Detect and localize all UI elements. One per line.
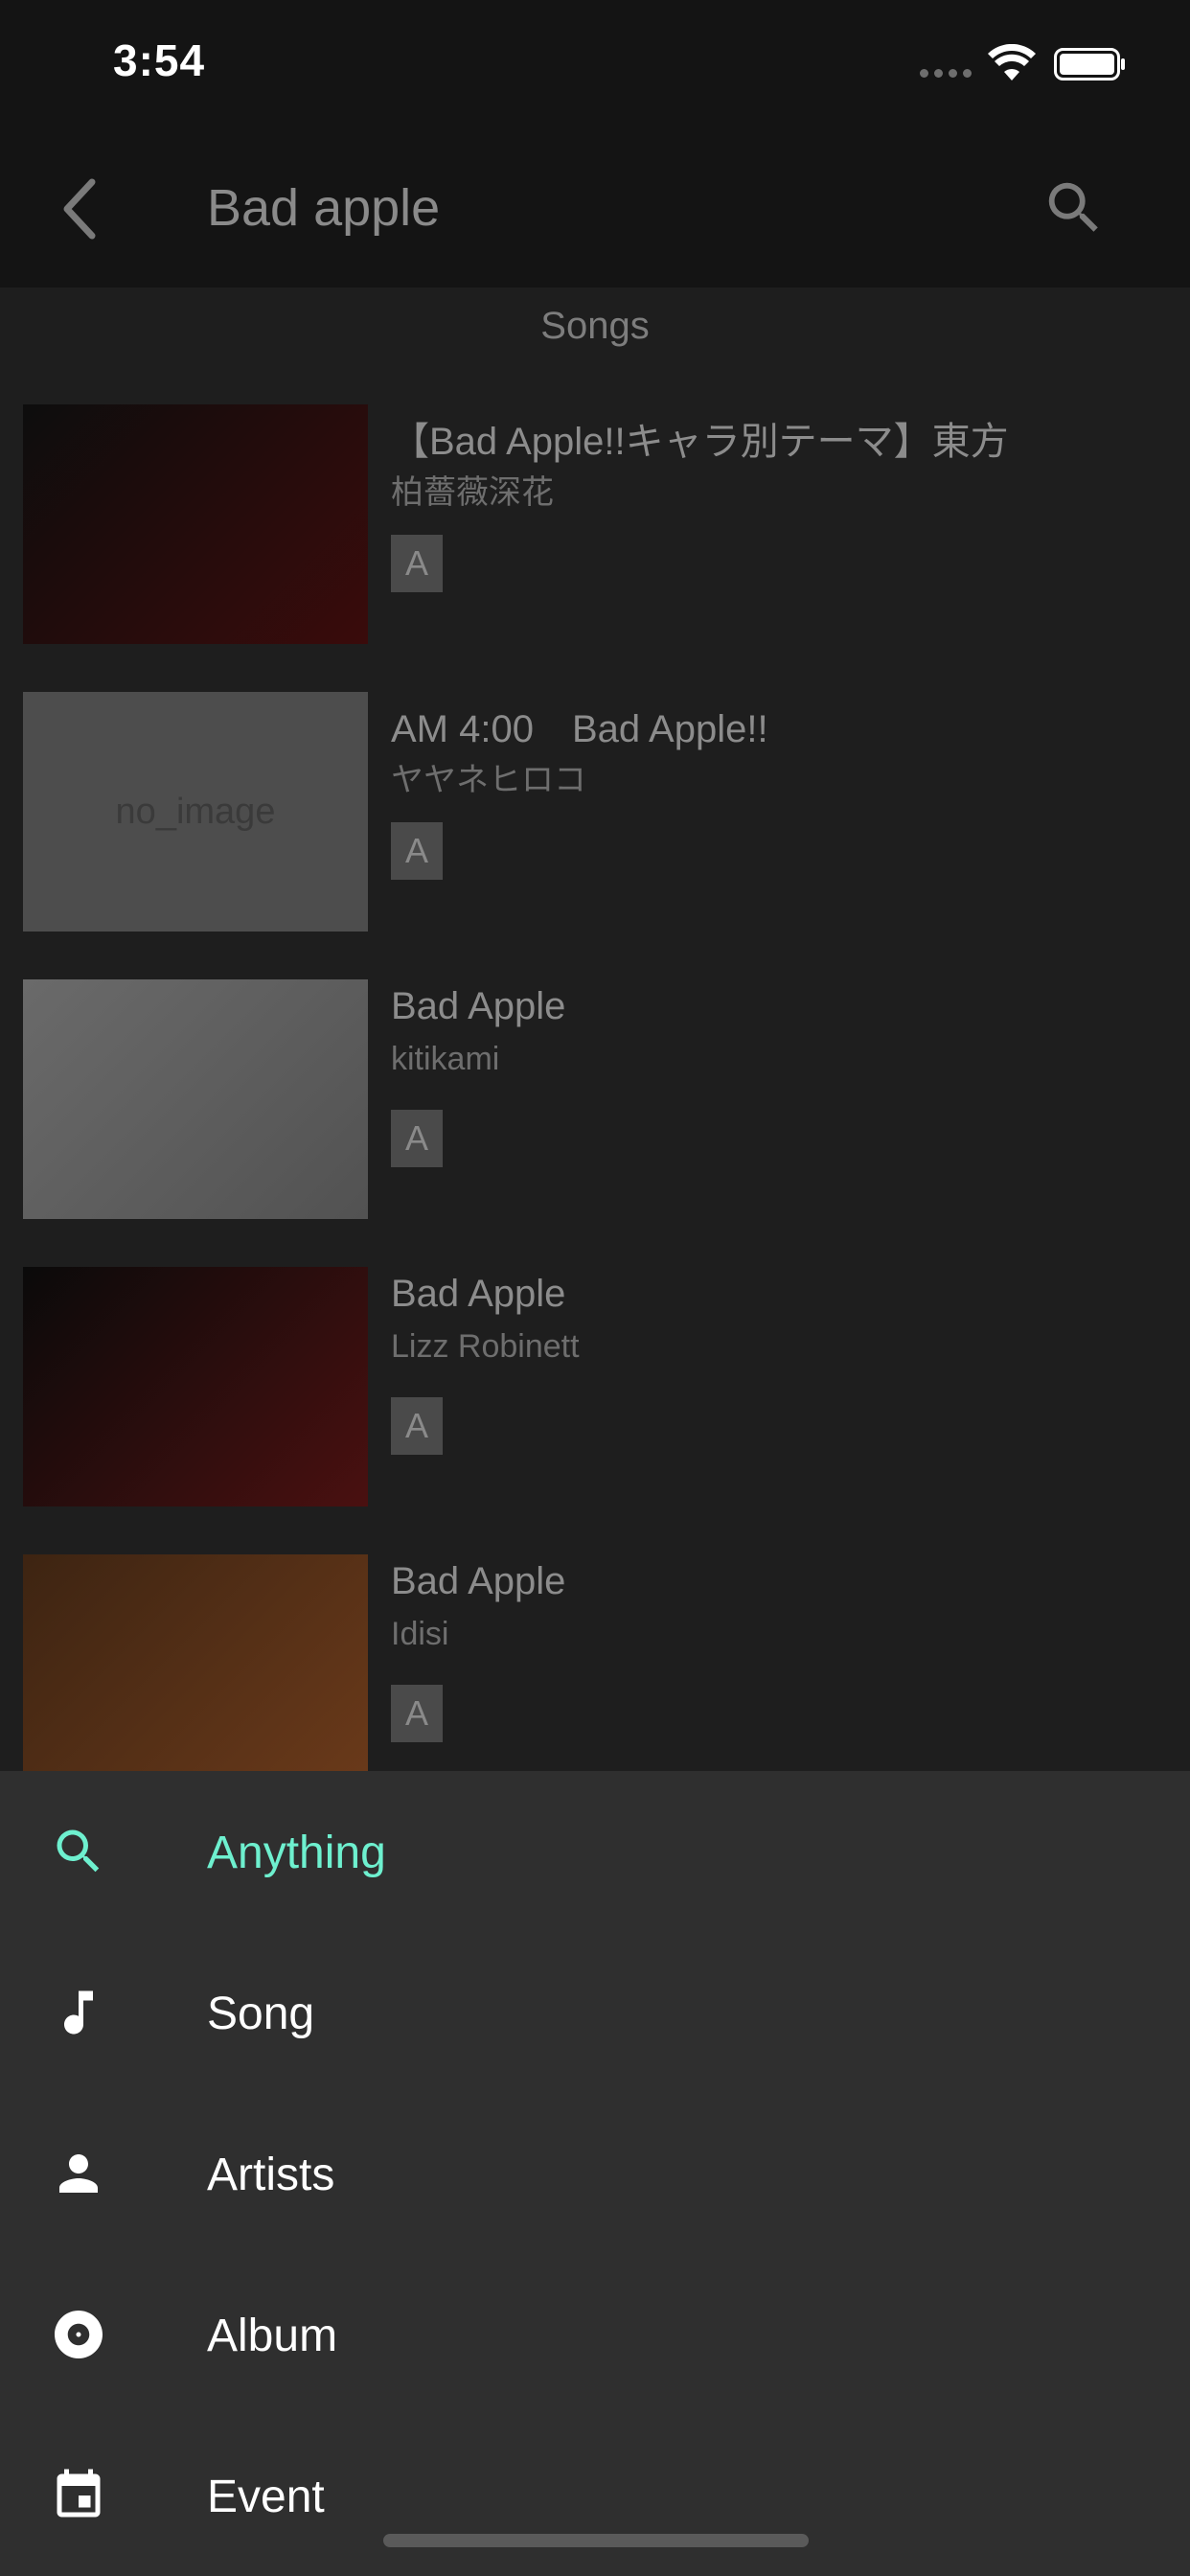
person-icon <box>59 2154 98 2193</box>
song-artist: Idisi <box>391 1616 449 1652</box>
song-thumbnail <box>23 1554 368 1794</box>
menu-item-label: Event <box>207 2472 325 2522</box>
status-bar: 3:54 <box>0 0 1190 130</box>
song-thumbnail <box>23 1267 368 1506</box>
song-artist: 柏薔薇深花 <box>391 474 554 511</box>
song-artist: kitikami <box>391 1041 500 1077</box>
menu-item-artists[interactable]: Artists <box>0 2093 1190 2254</box>
menu-item-label: Artists <box>207 2150 335 2200</box>
song-badge: A <box>391 822 443 880</box>
cellular-signal-icon <box>920 69 972 78</box>
song-thumbnail <box>23 979 368 1219</box>
disc-icon <box>55 2311 103 2358</box>
song-title: 【Bad Apple!!キャラ別テーマ】東方 <box>391 421 1009 463</box>
song-badge: A <box>391 1110 443 1167</box>
song-item[interactable]: Bad Apple Lizz Robinett A <box>0 1265 1190 1552</box>
menu-item-label: Album <box>207 2311 338 2361</box>
song-title: Bad Apple <box>391 1273 566 1315</box>
back-button[interactable] <box>50 172 117 245</box>
menu-item-anything[interactable]: Anything <box>0 1771 1190 1932</box>
song-item[interactable]: no_image AM 4:00 Bad Apple!! ヤヤネヒロコ A <box>0 690 1190 978</box>
search-icon <box>57 1829 100 1873</box>
no-image-placeholder: no_image <box>115 791 276 832</box>
song-title: Bad Apple <box>391 1560 566 1602</box>
music-note-icon <box>64 1990 93 2035</box>
menu-item-album[interactable]: Album <box>0 2254 1190 2415</box>
menu-item-label: Anything <box>207 1828 386 1878</box>
home-indicator <box>383 2534 809 2547</box>
search-icon[interactable] <box>1041 174 1108 242</box>
app-header: Bad apple <box>0 130 1190 288</box>
song-artist: ヤヤネヒロコ <box>391 762 586 798</box>
calendar-icon <box>57 2469 101 2518</box>
song-badge: A <box>391 1685 443 1742</box>
song-thumbnail: no_image <box>23 692 368 932</box>
battery-icon <box>1054 48 1125 80</box>
song-badge: A <box>391 1397 443 1455</box>
wifi-icon <box>988 44 1036 80</box>
song-title: AM 4:00 Bad Apple!! <box>391 708 768 750</box>
menu-item-event[interactable]: Event <box>0 2415 1190 2576</box>
song-item[interactable]: 【Bad Apple!!キャラ別テーマ】東方 柏薔薇深花 A <box>0 402 1190 690</box>
song-title: Bad Apple <box>391 985 566 1027</box>
song-badge: A <box>391 535 443 592</box>
menu-item-label: Song <box>207 1989 315 2039</box>
menu-item-song[interactable]: Song <box>0 1932 1190 2093</box>
section-title: Songs <box>540 305 650 347</box>
song-item[interactable]: Bad Apple kitikami A <box>0 978 1190 1265</box>
search-type-sheet: Anything Song Artists Album Event <box>0 1771 1190 2576</box>
song-artist: Lizz Robinett <box>391 1328 580 1365</box>
song-list: 【Bad Apple!!キャラ別テーマ】東方 柏薔薇深花 A no_image … <box>0 402 1190 1840</box>
song-thumbnail <box>23 404 368 644</box>
page-title: Bad apple <box>207 179 441 237</box>
screen: 3:54 Bad apple Songs 【Bad Apple!!キャラ別テーマ… <box>0 0 1190 2576</box>
status-time: 3:54 <box>113 35 206 85</box>
